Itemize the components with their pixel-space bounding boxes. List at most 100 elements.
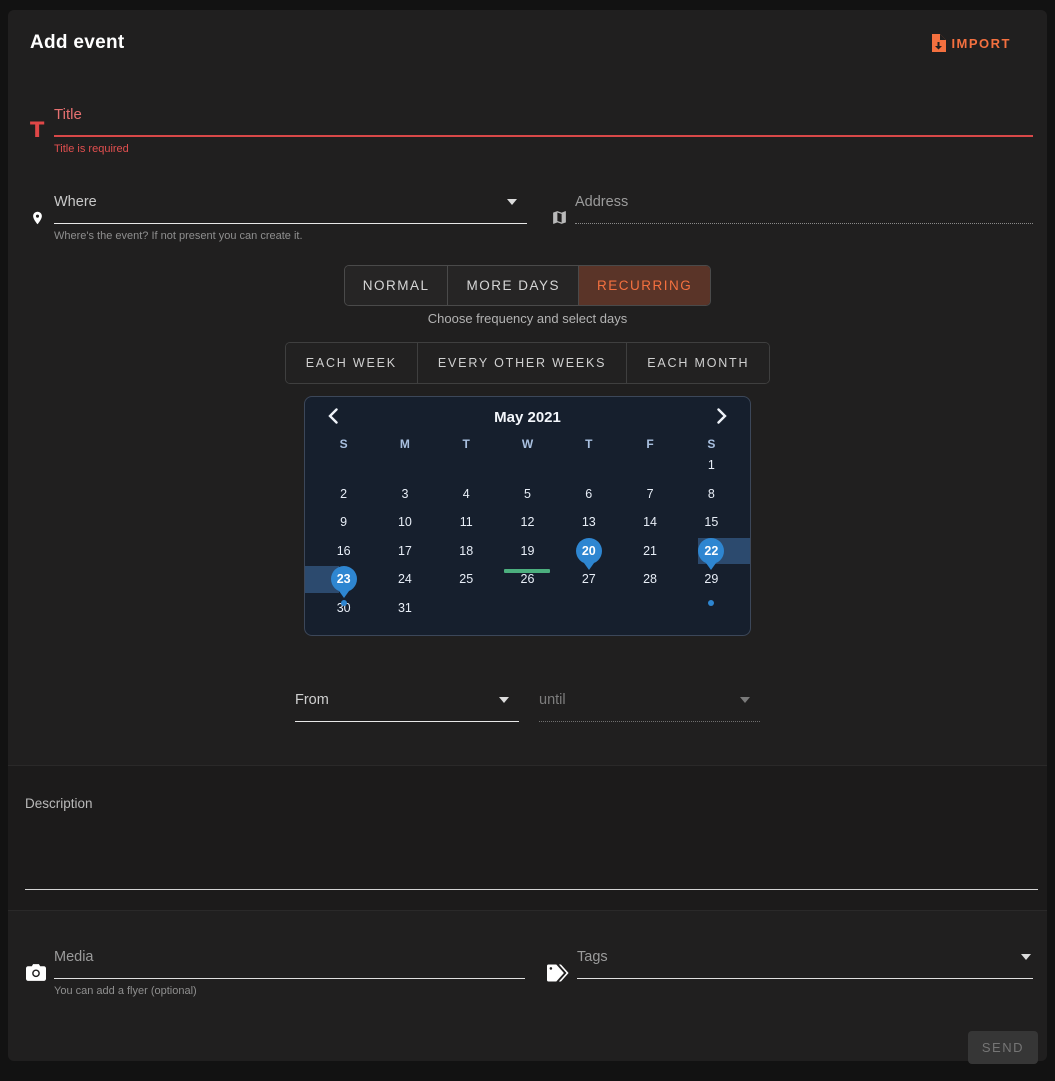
calendar-day-25[interactable]: 25 [436, 565, 497, 594]
until-select[interactable]: until [539, 691, 760, 722]
import-button-label: IMPORT [951, 36, 1011, 51]
tab-normal[interactable]: NORMAL [345, 266, 449, 305]
calendar-day-11[interactable]: 11 [436, 508, 497, 537]
calendar-day-24[interactable]: 24 [374, 565, 435, 594]
day-number: 9 [340, 515, 347, 529]
where-helper-text: Where's the event? If not present you ca… [54, 230, 527, 242]
calendar-day-28[interactable]: 28 [619, 565, 680, 594]
tags-icon [547, 948, 577, 997]
day-number: 1 [708, 458, 715, 472]
calendar-day-9[interactable]: 9 [313, 508, 374, 537]
day-number: 8 [708, 487, 715, 501]
title-text-icon: T [30, 106, 54, 155]
calendar-day-13[interactable]: 13 [558, 508, 619, 537]
where-placeholder: Where [54, 194, 97, 210]
day-number: 4 [463, 487, 470, 501]
calendar-empty-cell [436, 594, 497, 623]
calendar-week-row: 9 10 11 12 13 14 15 [313, 508, 742, 537]
calendar-day-10[interactable]: 10 [374, 508, 435, 537]
description-textarea[interactable] [25, 889, 1038, 890]
chevron-left-icon [327, 408, 339, 427]
time-row: From until [8, 691, 1047, 722]
weekday-header-1: M [374, 437, 435, 451]
event-mode-tabs: NORMALMORE DAYSRECURRING [344, 265, 712, 306]
calendar-day-18[interactable]: 18 [436, 537, 497, 566]
calendar-day-19[interactable]: 19 [497, 537, 558, 566]
calendar-next-button[interactable] [714, 406, 730, 429]
location-row: Where Where's the event? If not present … [8, 193, 1047, 242]
from-value: From [295, 692, 329, 708]
calendar-day-20[interactable]: 20 [558, 537, 619, 566]
address-placeholder: Address [575, 194, 628, 210]
calendar-day-8[interactable]: 8 [681, 480, 742, 509]
weekday-header-3: W [497, 437, 558, 451]
calendar-week-row: 23 4 5 6 7 8 [313, 480, 742, 509]
page-title: Add event [30, 32, 125, 54]
title-input[interactable]: Title [54, 106, 1033, 137]
tags-select[interactable]: Tags [577, 948, 1033, 979]
day-number: 15 [704, 515, 718, 529]
send-button[interactable]: SEND [968, 1031, 1038, 1064]
where-select[interactable]: Where [54, 193, 527, 224]
calendar-weekday-row: SMTWTFS [313, 437, 742, 451]
day-number: 29 [704, 572, 718, 586]
calendar-day-21[interactable]: 21 [619, 537, 680, 566]
calendar-day-2[interactable]: 2 [313, 480, 374, 509]
calendar-day-6[interactable]: 6 [558, 480, 619, 509]
calendar-day-4[interactable]: 4 [436, 480, 497, 509]
address-input[interactable]: Address [575, 193, 1033, 224]
day-number: 5 [524, 487, 531, 501]
until-dropdown-arrow [740, 697, 750, 703]
frequency-each-month[interactable]: EACH MONTH [627, 343, 769, 383]
calendar-day-14[interactable]: 14 [619, 508, 680, 537]
day-number: 10 [398, 515, 412, 529]
add-event-dialog: Add event IMPORT T Title Title is requir… [8, 10, 1047, 1061]
tab-recurring[interactable]: RECURRING [579, 266, 710, 305]
day-number: 13 [582, 515, 596, 529]
weekday-header-6: S [681, 437, 742, 451]
calendar-empty-cell [436, 451, 497, 480]
from-dropdown-arrow [499, 697, 509, 703]
weekday-header-2: T [436, 437, 497, 451]
day-number: 16 [337, 544, 351, 558]
calendar-empty-cell [313, 451, 374, 480]
where-dropdown-arrow [507, 199, 517, 205]
from-select[interactable]: From [295, 691, 519, 722]
calendar-day-15[interactable]: 15 [681, 508, 742, 537]
calendar-empty-cell [497, 594, 558, 623]
calendar-day-3[interactable]: 3 [374, 480, 435, 509]
frequency-every-other-weeks[interactable]: EVERY OTHER WEEKS [418, 343, 627, 383]
calendar-day-5[interactable]: 5 [497, 480, 558, 509]
event-dot [708, 600, 714, 606]
import-button[interactable]: IMPORT [930, 34, 1011, 52]
dialog-header: Add event IMPORT [8, 10, 1047, 54]
calendar-prev-button[interactable] [325, 406, 341, 429]
calendar-day-31[interactable]: 31 [374, 594, 435, 623]
weekday-header-5: F [619, 437, 680, 451]
calendar-week-row: 16 17 1819 20 2122 [313, 537, 742, 566]
calendar-day-1[interactable]: 1 [681, 451, 742, 480]
selected-day-marker: 20 [576, 538, 602, 564]
calendar-day-7[interactable]: 7 [619, 480, 680, 509]
day-number: 6 [585, 487, 592, 501]
calendar-empty-cell [681, 594, 742, 623]
frequency-tabs: EACH WEEKEVERY OTHER WEEKSEACH MONTH [285, 342, 771, 384]
day-number: 17 [398, 544, 412, 558]
calendar-day-22[interactable]: 22 [681, 537, 742, 566]
calendar-day-17[interactable]: 17 [374, 537, 435, 566]
calendar-day-16[interactable]: 16 [313, 537, 374, 566]
media-input[interactable]: Media [54, 948, 525, 979]
day-number: 11 [460, 515, 473, 529]
calendar-day-12[interactable]: 12 [497, 508, 558, 537]
day-number: 14 [643, 515, 657, 529]
calendar-empty-cell [374, 451, 435, 480]
camera-icon [26, 948, 54, 997]
description-section: Description [8, 765, 1047, 911]
calendar-empty-cell [619, 451, 680, 480]
frequency-each-week[interactable]: EACH WEEK [286, 343, 418, 383]
calendar-day-23[interactable]: 23 [313, 565, 374, 594]
calendar-week-row: 3031 [313, 594, 742, 623]
calendar-month-title: May 2021 [494, 409, 561, 426]
calendar-empty-cell [558, 594, 619, 623]
tab-more-days[interactable]: MORE DAYS [448, 266, 579, 305]
